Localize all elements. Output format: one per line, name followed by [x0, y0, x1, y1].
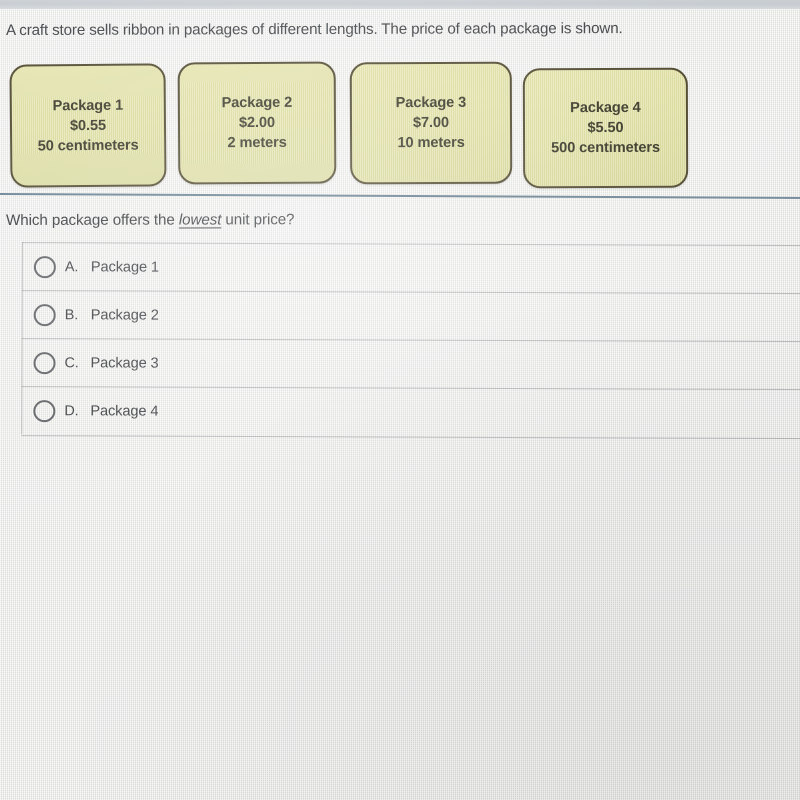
- package-name: Package 4: [570, 99, 641, 117]
- answer-choice-list: A. Package 1 B. Package 2 C. Package 3 D…: [0, 240, 800, 440]
- answer-choice-d[interactable]: D. Package 4: [21, 386, 800, 440]
- choice-letter: B.: [64, 307, 79, 324]
- radio-button-icon[interactable]: [33, 400, 56, 423]
- choice-label: Package 4: [90, 403, 159, 420]
- question-text-after: unit price?: [221, 211, 295, 229]
- question-text-before: Which package offers the: [6, 211, 179, 229]
- question-emphasis: lowest: [178, 211, 222, 229]
- package-price: $7.00: [412, 114, 450, 132]
- choice-letter: D.: [64, 403, 79, 420]
- package-price: $2.00: [238, 114, 276, 132]
- answer-choice-a[interactable]: A. Package 1: [21, 242, 800, 295]
- package-length: 500 centimeters: [551, 139, 661, 157]
- choice-letter: C.: [64, 355, 79, 372]
- radio-button-icon[interactable]: [33, 352, 56, 375]
- package-card: Package 3 $7.00 10 meters: [349, 61, 513, 185]
- package-name: Package 3: [395, 94, 467, 112]
- package-price: $0.55: [69, 117, 107, 134]
- package-card-group: Package 1 $0.55 50 centimeters Package 2…: [0, 0, 800, 200]
- package-length: 50 centimeters: [37, 137, 139, 154]
- radio-button-icon[interactable]: [33, 304, 56, 327]
- package-card: Package 4 $5.50 500 centimeters: [522, 67, 689, 189]
- package-price: $5.50: [587, 119, 624, 137]
- package-card: Package 2 $2.00 2 meters: [177, 61, 337, 185]
- package-length: 10 meters: [397, 134, 465, 152]
- choice-label: Package 2: [90, 307, 159, 324]
- choice-label: Package 3: [90, 355, 159, 372]
- package-length: 2 meters: [227, 134, 287, 152]
- answer-choice-b[interactable]: B. Package 2: [21, 290, 800, 343]
- package-name: Package 2: [221, 94, 293, 112]
- worksheet-page: A craft store sells ribbon in packages o…: [0, 0, 800, 800]
- package-card: Package 1 $0.55 50 centimeters: [9, 63, 167, 188]
- choice-letter: A.: [64, 259, 79, 276]
- answer-choice-c[interactable]: C. Package 3: [21, 338, 800, 391]
- choice-label: Package 1: [90, 259, 160, 276]
- package-name: Package 1: [52, 97, 124, 114]
- question-text: Which package offers the lowest unit pri…: [6, 210, 294, 231]
- radio-button-icon[interactable]: [33, 256, 56, 279]
